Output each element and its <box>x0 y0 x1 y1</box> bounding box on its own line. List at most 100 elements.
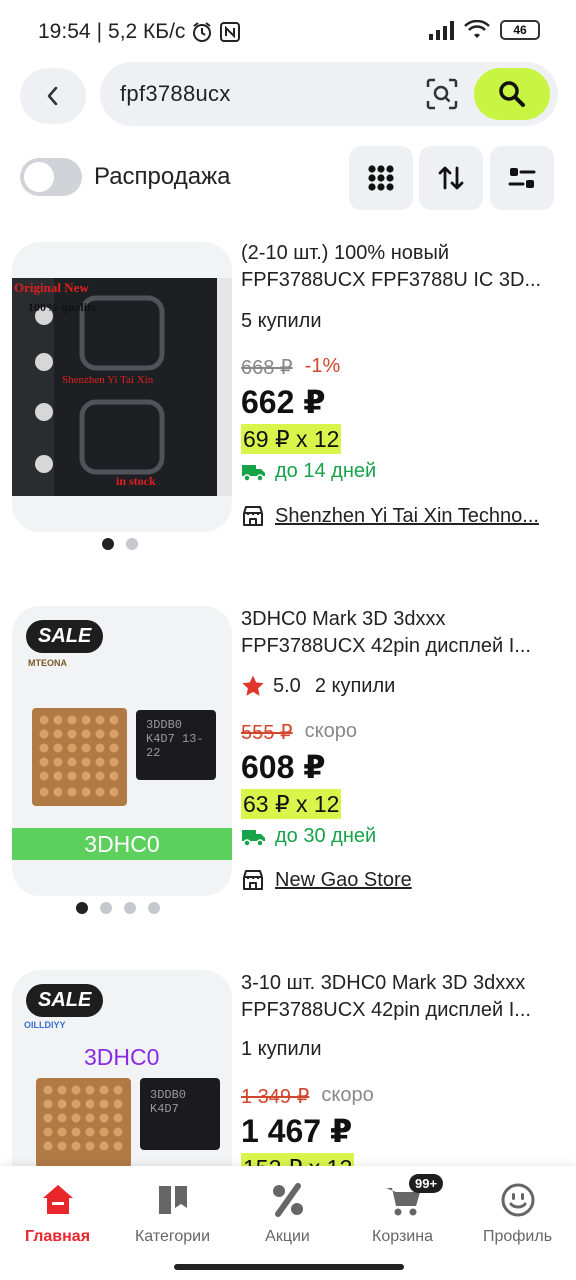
product-title-line2: FPF3788UCX 42pin дисплей I... <box>241 635 531 657</box>
price: 608 ₽ <box>241 749 326 785</box>
nav-promotions-label: Акции <box>265 1228 310 1245</box>
percent-icon <box>272 1183 303 1217</box>
pager-dot <box>76 902 88 914</box>
image-brand: OILLDIYY <box>24 1020 66 1030</box>
categories-icon <box>158 1186 187 1214</box>
nav-profile-label: Профиль <box>482 1228 553 1245</box>
image-search-button[interactable] <box>422 74 462 114</box>
product-title-line1: 3-10 шт. 3DHC0 Mark 3D 3dxxx <box>241 972 526 994</box>
product-image[interactable]: Original New 100% quality Shenzhen Yi Ta… <box>12 242 232 532</box>
product-image[interactable]: SALE MTEONA 3DDB0 K4D7 13-22 3DHC0 <box>12 606 232 896</box>
nav-categories[interactable]: Категории <box>115 1180 230 1246</box>
nav-promotions[interactable]: Акции <box>230 1180 345 1246</box>
sale-badge: SALE <box>26 984 104 1017</box>
image-text-seller: Shenzhen Yi Tai Xin <box>62 374 154 386</box>
status-time: 19:54 <box>38 20 91 43</box>
pager-dot <box>100 902 112 914</box>
nfc-icon <box>220 22 241 42</box>
alarm-icon <box>193 22 212 42</box>
star-icon <box>242 675 264 696</box>
image-label: 3DHC0 <box>84 1044 160 1070</box>
toggle-knob <box>24 162 54 192</box>
nav-home[interactable]: Главная <box>0 1180 115 1246</box>
image-pager <box>102 538 138 550</box>
nav-cart-label: Корзина <box>372 1228 433 1245</box>
bought-count: 1 купили <box>241 1038 322 1061</box>
product-title[interactable]: 3DHC0 Mark 3D 3dxxx FPF3788UCX 42pin дис… <box>241 606 563 660</box>
image-chip-text: 3DDB0 K4D7 <box>150 1088 187 1116</box>
bottom-navigation: Главная Категории Акции 99+ Корзина Проф… <box>0 1166 576 1280</box>
status-separator: | <box>96 20 103 43</box>
profile-icon <box>501 1183 534 1217</box>
store-name: Shenzhen Yi Tai Xin Techno... <box>275 504 539 527</box>
truck-icon <box>242 829 265 847</box>
installment: 69 ₽ x 12 <box>241 424 342 454</box>
status-speed: 5,2 КБ/с <box>108 20 186 43</box>
image-chip-text: 3DDB0 K4D7 13-22 <box>146 718 204 760</box>
nav-home-label: Главная <box>24 1228 91 1245</box>
nav-profile[interactable]: Профиль <box>460 1180 575 1246</box>
filter-button[interactable] <box>490 146 554 210</box>
old-price: 668 ₽ <box>241 357 293 379</box>
store-icon <box>243 506 263 526</box>
bought-text: 5 купили <box>241 310 322 332</box>
filter-icon <box>508 168 536 188</box>
pager-dot <box>124 902 136 914</box>
sort-button[interactable] <box>419 146 483 210</box>
coming-soon: скоро <box>321 1084 374 1106</box>
bought-count: 5 купили <box>241 310 322 333</box>
old-price: 1 349 ₽ <box>241 1086 310 1108</box>
installment: 63 ₽ x 12 <box>241 789 342 819</box>
product-title[interactable]: 3-10 шт. 3DHC0 Mark 3D 3dxxx FPF3788UCX … <box>241 970 563 1024</box>
store-link[interactable]: Shenzhen Yi Tai Xin Techno... <box>241 504 563 528</box>
grid-icon <box>368 165 394 191</box>
sort-icon <box>438 166 464 190</box>
rating-row: 5.0 2 купили <box>241 674 395 698</box>
image-text-stock: in stock <box>116 474 156 488</box>
old-price-row: 1 349 ₽ скоро <box>241 1084 374 1109</box>
old-price-row: 668 ₽ -1% <box>241 355 340 380</box>
coming-soon: скоро <box>304 720 357 742</box>
discount: -1% <box>304 355 341 377</box>
sale-toggle-label: Распродажа <box>94 163 231 190</box>
status-right: 46 <box>429 20 540 40</box>
chevron-left-icon <box>47 86 58 106</box>
battery-icon: 46 <box>500 20 540 40</box>
cart-badge: 99+ <box>409 1174 444 1193</box>
shipping: до 14 дней <box>241 460 376 483</box>
old-price: 555 ₽ <box>241 722 293 744</box>
image-brand: MTEONA <box>28 658 67 668</box>
search-icon <box>499 81 525 107</box>
product-title-line2: FPF3788UCX 42pin дисплей I... <box>241 999 531 1021</box>
system-home-bar[interactable] <box>174 1264 404 1270</box>
price: 662 ₽ <box>241 384 326 420</box>
shipping: до 30 дней <box>241 825 376 848</box>
product-title-line1: 3DHC0 Mark 3D 3dxxx <box>241 608 446 630</box>
grid-view-button[interactable] <box>349 146 413 210</box>
product-title-line2: FPF3788UCX FPF3788U IC 3D... <box>241 269 542 291</box>
image-banner-text: 3DHC0 <box>84 831 160 857</box>
image-text-original: Original New <box>14 280 89 295</box>
rating-value: 5.0 <box>273 674 301 697</box>
home-icon <box>42 1185 73 1214</box>
store-name: New Gao Store <box>275 868 412 891</box>
sale-toggle[interactable] <box>20 158 82 196</box>
shipping-text: до 30 дней <box>275 825 377 847</box>
price: 1 467 ₽ <box>241 1113 353 1149</box>
pager-dot <box>102 538 114 550</box>
bought-text: 1 купили <box>241 1038 322 1060</box>
product-title-line1: (2-10 шт.) 100% новый <box>241 242 450 264</box>
search-submit-button[interactable] <box>474 68 550 120</box>
search-bar[interactable]: fpf3788ucx <box>100 62 558 126</box>
product-title[interactable]: (2-10 шт.) 100% новый FPF3788UCX FPF3788… <box>241 240 563 294</box>
pager-dot <box>126 538 138 550</box>
status-bar: 19:54 | 5,2 КБ/с 46 <box>0 0 576 62</box>
store-link[interactable]: New Gao Store <box>241 868 563 892</box>
sale-badge: SALE <box>26 620 104 653</box>
nav-cart[interactable]: 99+ Корзина <box>345 1174 460 1246</box>
search-input[interactable]: fpf3788ucx <box>120 81 231 107</box>
camera-scan-icon <box>426 78 458 110</box>
bought-text: 2 купили <box>314 674 396 697</box>
pager-dot <box>148 902 160 914</box>
back-button[interactable] <box>20 68 86 124</box>
